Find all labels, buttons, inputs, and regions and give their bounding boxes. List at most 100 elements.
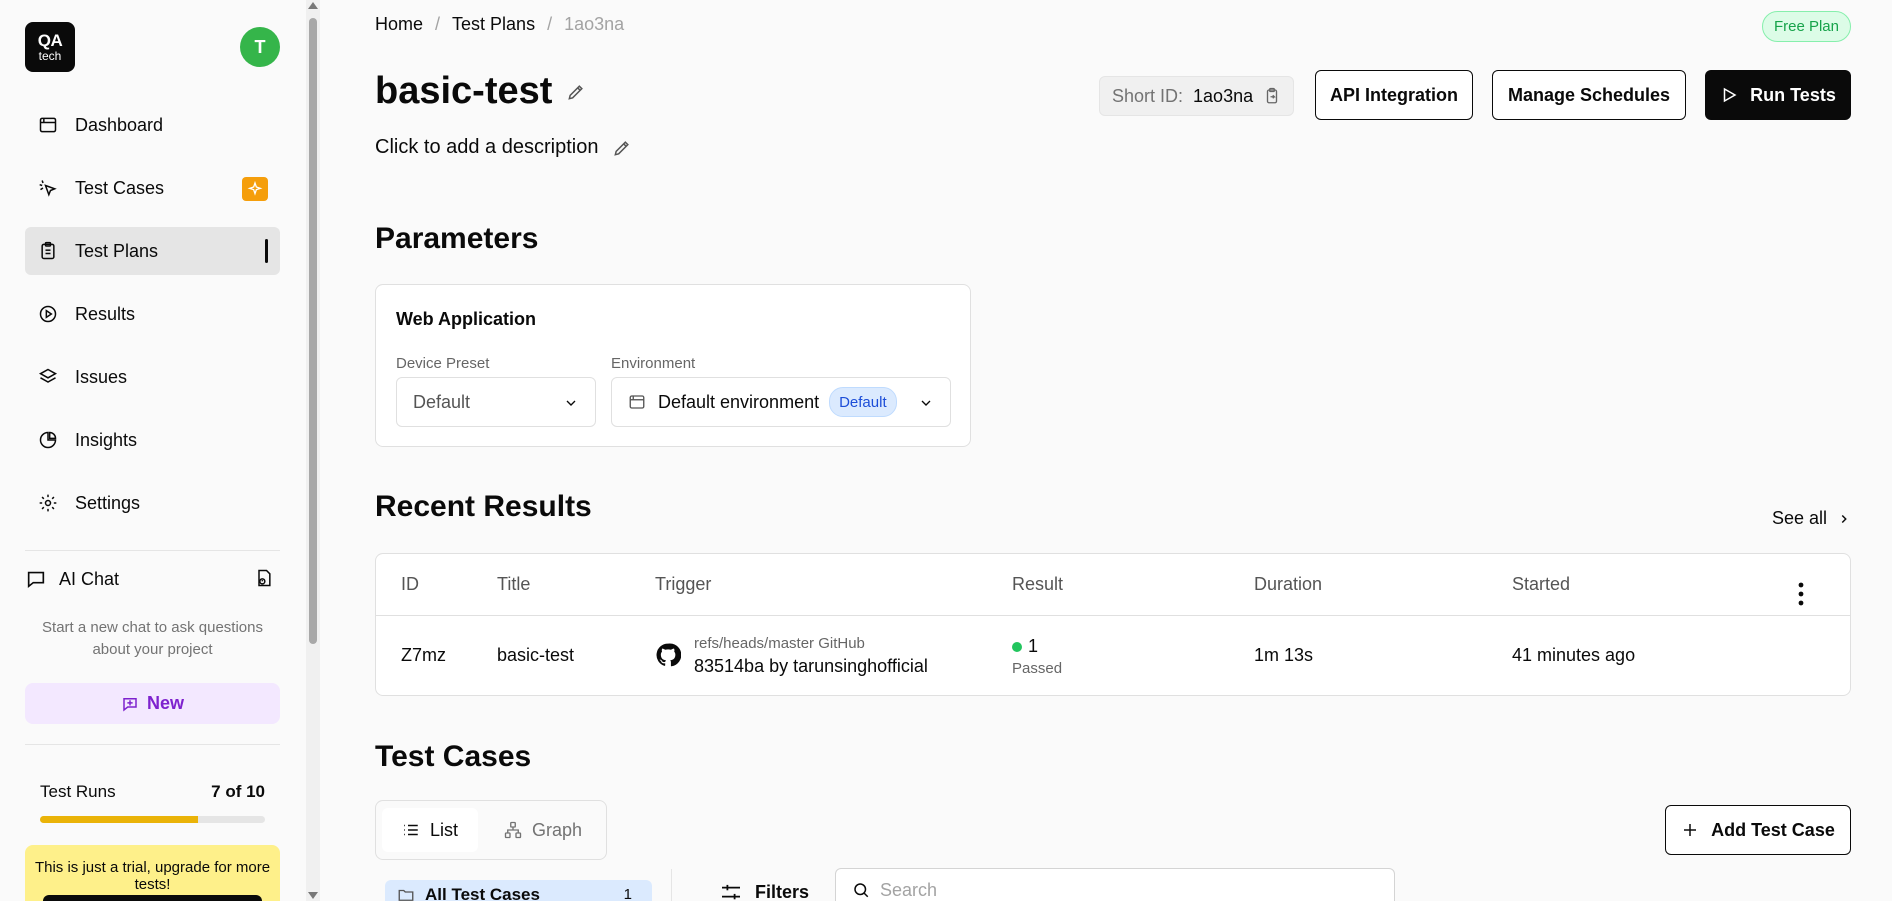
sidebar-item-test-cases[interactable]: Test Cases (25, 164, 280, 212)
test-cases-heading: Test Cases (375, 740, 532, 773)
add-test-case-button[interactable]: Add Test Case (1665, 805, 1851, 855)
trial-text: This is just a trial, upgrade for more t… (34, 859, 271, 893)
test-runs-usage: Test Runs 7 of 10 (40, 782, 265, 802)
page-description: Click to add a description (375, 136, 599, 158)
new-chat-button[interactable]: New (25, 683, 280, 724)
scrollbar-thumb[interactable] (309, 18, 317, 644)
result-title: basic-test (497, 645, 575, 665)
ai-chat-label: AI Chat (59, 568, 120, 589)
result-started: 41 minutes ago (1512, 645, 1636, 665)
run-tests-button[interactable]: Run Tests (1705, 70, 1851, 120)
folder-all-test-cases[interactable]: All Test Cases 1 (385, 880, 652, 901)
column-id: ID (401, 574, 419, 594)
sidebar-nav: Dashboard Test Cases Test Plans Results … (25, 101, 280, 542)
device-preset-label: Device Preset (396, 355, 490, 372)
sidebar-item-label: Issues (75, 366, 128, 387)
environment-select[interactable]: Default environment Default (611, 377, 951, 427)
chevron-down-icon (918, 395, 934, 411)
search-input[interactable] (880, 879, 1112, 901)
sidebar-item-results[interactable]: Results (25, 290, 280, 338)
filters-label: Filters (755, 882, 810, 901)
sidebar-scrollbar[interactable] (306, 0, 320, 901)
sparkle-icon (242, 177, 268, 201)
chat-icon (25, 568, 49, 590)
sidebar-item-insights[interactable]: Insights (25, 416, 280, 464)
tab-graph[interactable]: Graph (484, 808, 602, 852)
sidebar: QA tech T Dashboard Test Cases Test Plan… (0, 0, 306, 901)
sidebar-item-label: Insights (75, 429, 138, 450)
more-options-icon[interactable] (1798, 582, 1804, 606)
clipboard-icon (37, 240, 59, 262)
recent-results-heading: Recent Results (375, 490, 592, 523)
chevron-down-icon (563, 395, 579, 411)
search-box[interactable] (835, 868, 1395, 901)
test-runs-progress (40, 816, 265, 823)
qa-tech-logo[interactable]: QA tech (25, 22, 75, 72)
test-runs-label: Test Runs (40, 782, 116, 801)
layers-icon (37, 366, 59, 388)
tab-graph-label: Graph (532, 819, 583, 840)
sliders-icon (719, 884, 743, 901)
sidebar-divider (25, 744, 280, 745)
sidebar-item-issues[interactable]: Issues (25, 353, 280, 401)
cursor-click-icon (37, 177, 59, 199)
filters-button[interactable]: Filters (719, 882, 809, 901)
list-icon (402, 821, 420, 839)
chat-history-icon[interactable] (254, 567, 274, 594)
free-plan-badge[interactable]: Free Plan (1761, 11, 1851, 42)
column-duration: Duration (1254, 574, 1323, 594)
copy-icon[interactable] (1263, 87, 1281, 105)
sidebar-item-test-plans[interactable]: Test Plans (25, 227, 280, 275)
recent-results-table: ID Title Trigger Result Duration Started… (375, 553, 1851, 696)
add-test-case-label: Add Test Case (1711, 819, 1835, 840)
calendar-icon (628, 393, 646, 411)
table-header: ID Title Trigger Result Duration Started (376, 554, 1850, 616)
parameters-heading: Parameters (375, 222, 539, 255)
sidebar-item-settings[interactable]: Settings (25, 479, 280, 527)
folder-count: 1 (623, 886, 632, 901)
upgrade-button[interactable] (43, 895, 262, 901)
edit-description-icon[interactable] (612, 138, 632, 158)
page-title: basic-test (375, 70, 553, 112)
sidebar-item-label: Settings (75, 492, 141, 513)
trial-banner: This is just a trial, upgrade for more t… (25, 845, 280, 901)
result-id: Z7mz (401, 645, 446, 665)
short-id-value: 1ao3na (1193, 85, 1254, 106)
avatar[interactable]: T (240, 27, 280, 67)
device-preset-select[interactable]: Default (396, 377, 596, 427)
edit-title-icon[interactable] (566, 82, 586, 102)
sidebar-item-label: Test Plans (75, 240, 159, 261)
scroll-down-arrow[interactable] (308, 892, 318, 899)
run-tests-label: Run Tests (1750, 84, 1836, 105)
result-label: Passed (1012, 660, 1063, 677)
tab-list[interactable]: List (382, 808, 479, 852)
page-title-row: basic-test (375, 70, 586, 113)
graph-icon (504, 821, 522, 839)
short-id-box: Short ID: 1ao3na (1099, 76, 1295, 116)
folder-label: All Test Cases (425, 885, 540, 901)
github-icon (655, 642, 681, 668)
breadcrumb: Home / Test Plans / 1ao3na (375, 14, 624, 35)
breadcrumb-home[interactable]: Home (375, 14, 423, 35)
play-icon (1720, 86, 1738, 104)
breadcrumb-test-plans[interactable]: Test Plans (452, 14, 535, 35)
pie-chart-icon (37, 429, 59, 451)
sidebar-item-dashboard[interactable]: Dashboard (25, 101, 280, 149)
scroll-up-arrow[interactable] (308, 2, 318, 9)
see-all-link[interactable]: See all (1772, 508, 1851, 529)
main-content: Home / Test Plans / 1ao3na Free Plan bas… (375, 0, 1851, 901)
panel-divider (671, 869, 672, 901)
manage-schedules-button[interactable]: Manage Schedules (1492, 70, 1686, 120)
api-integration-button[interactable]: API Integration (1315, 70, 1473, 120)
tab-list-label: List (430, 819, 459, 840)
description-row[interactable]: Click to add a description (375, 136, 632, 159)
gear-icon (37, 492, 59, 514)
new-chat-label: New (146, 693, 184, 713)
parameters-card: Web Application Device Preset Default En… (375, 284, 971, 447)
column-title: Title (497, 574, 531, 594)
chevron-right-icon (1837, 512, 1851, 526)
sidebar-divider (25, 550, 280, 551)
breadcrumb-separator: / (547, 14, 553, 34)
web-application-title: Web Application (396, 309, 537, 329)
see-all-label: See all (1771, 508, 1827, 528)
